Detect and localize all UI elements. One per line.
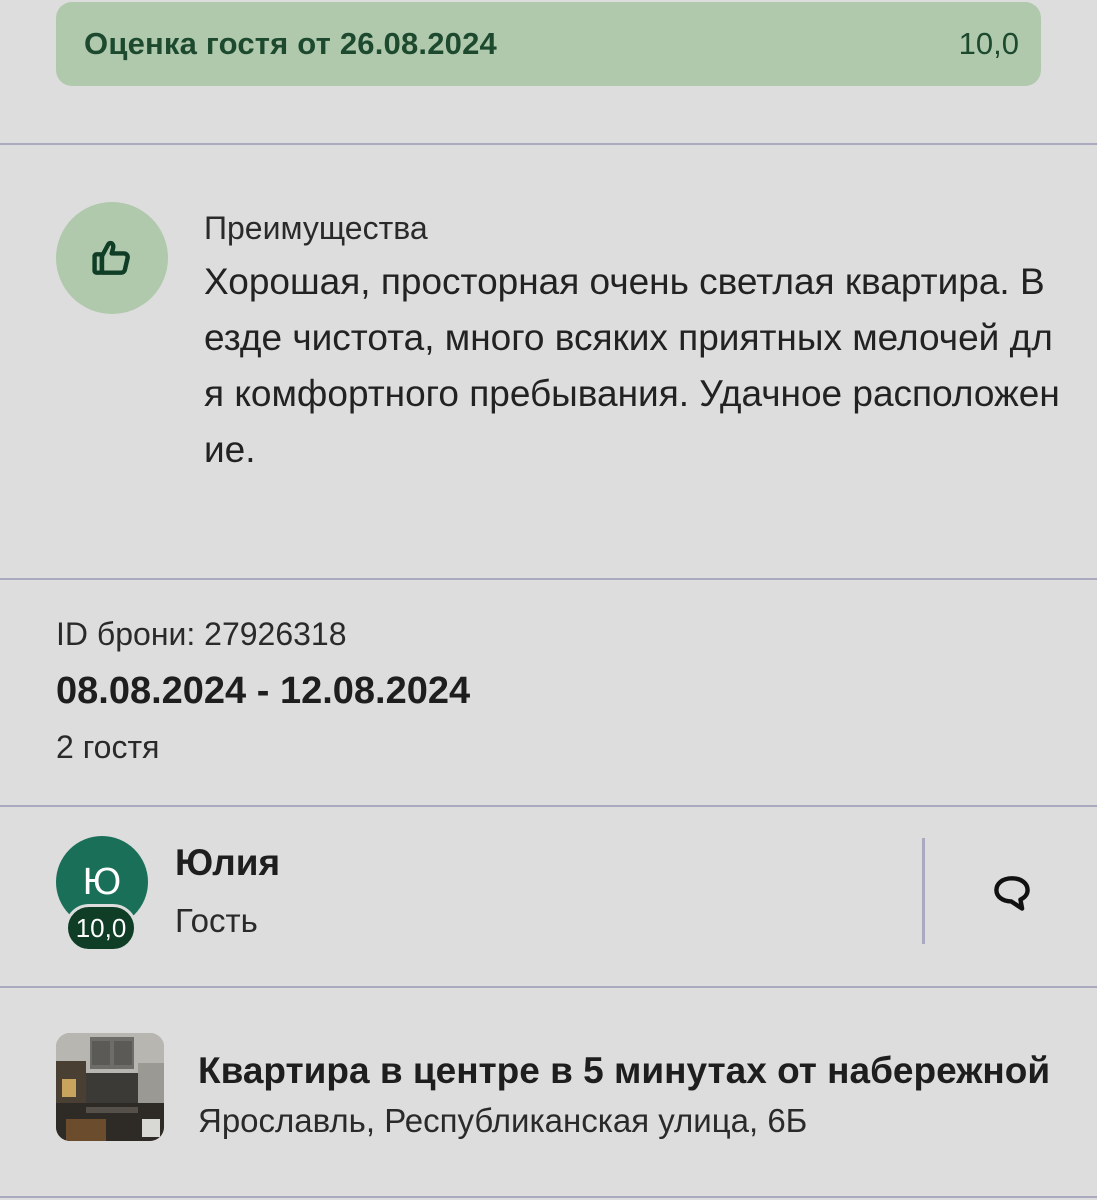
property-title[interactable]: Квартира в центре в 5 минутах от набереж… bbox=[198, 1050, 1058, 1092]
booking-dates: 08.08.2024 - 12.08.2024 bbox=[56, 670, 471, 712]
thumbs-up-icon bbox=[92, 240, 130, 275]
rating-score: 10,0 bbox=[958, 26, 1019, 61]
guest-role: Гость bbox=[175, 902, 258, 939]
booking-guests: 2 гостя bbox=[56, 729, 160, 765]
divider bbox=[0, 578, 1097, 580]
rating-title: Оценка гостя от 26.08.2024 bbox=[84, 26, 497, 61]
divider bbox=[0, 143, 1097, 145]
avatar-initial: Ю bbox=[82, 860, 122, 903]
guest-rating-banner: Оценка гостя от 26.08.2024 10,0 bbox=[56, 2, 1041, 86]
chat-bubble-icon bbox=[994, 876, 1030, 911]
property-address: Ярославль, Республиканская улица, 6Б bbox=[198, 1102, 808, 1139]
message-button[interactable] bbox=[985, 866, 1039, 920]
divider bbox=[0, 986, 1097, 988]
vertical-divider bbox=[922, 838, 925, 944]
guest-score-badge: 10,0 bbox=[65, 904, 137, 952]
property-photo[interactable] bbox=[56, 1033, 164, 1141]
advantages-text: Хорошая, просторная очень светлая кварти… bbox=[204, 261, 1060, 470]
booking-id: ID брони: 27926318 bbox=[56, 616, 347, 652]
divider bbox=[0, 805, 1097, 807]
guest-name: Юлия bbox=[175, 842, 281, 883]
thumbs-up-badge bbox=[56, 202, 168, 314]
advantages-heading: Преимущества bbox=[204, 210, 428, 246]
divider bbox=[0, 1196, 1097, 1198]
property-photo-image bbox=[56, 1033, 164, 1141]
